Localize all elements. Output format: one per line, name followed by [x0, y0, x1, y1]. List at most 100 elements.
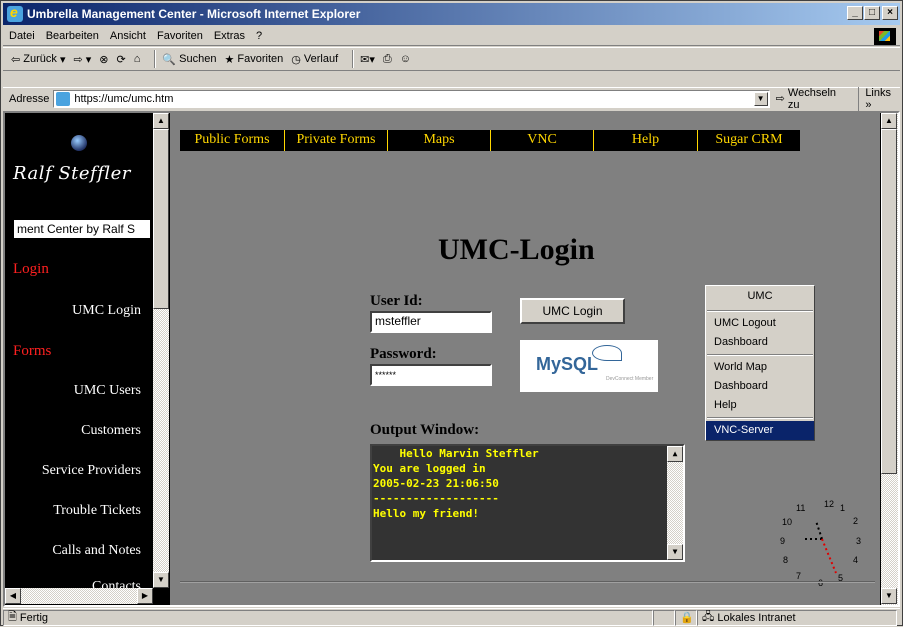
address-bar: Adresse https://umc/umc.htm ▼ ⇨ Wechseln… [3, 86, 900, 111]
scroll-right-button[interactable]: ▶ [137, 588, 153, 604]
print-icon: ⎙ [382, 52, 392, 65]
nav-public-forms[interactable]: Public Forms [180, 130, 284, 151]
section-forms: Forms [13, 343, 52, 359]
left-horizontal-scrollbar[interactable]: ◀ ▶ [5, 588, 153, 604]
address-dropdown-button[interactable]: ▼ [753, 91, 768, 106]
marquee-text: ment Center by Ralf S [13, 219, 151, 239]
status-bar: 🗎 Fertig 🔒 🖧 Lokales Intranet [3, 608, 900, 626]
password-input[interactable]: ****** [370, 364, 492, 386]
output-scroll-down-button[interactable]: ▼ [667, 544, 683, 560]
output-line: 2005-02-23 21:06:50 [373, 477, 499, 490]
menu-bar: Datei Bearbeiten Ansicht Favoriten Extra… [3, 26, 900, 46]
address-input[interactable]: https://umc/umc.htm ▼ [53, 89, 770, 108]
nav-item-umc-users[interactable]: UMC Users [13, 383, 141, 399]
menu-header: UMC [747, 290, 773, 302]
nav-help[interactable]: Help [593, 130, 697, 151]
scroll-down-button[interactable]: ▼ [153, 572, 169, 588]
mail-button[interactable]: ✉ ▾ [360, 53, 375, 66]
back-button[interactable]: ⇦ Zurück ▾ [11, 53, 65, 66]
favorites-button[interactable]: ★ Favoriten [224, 53, 283, 66]
back-label: Zurück [23, 53, 57, 65]
nav-item-calls-and-notes[interactable]: Calls and Notes [13, 543, 141, 559]
section-login: Login [13, 261, 49, 277]
home-button[interactable]: ⌂ [134, 53, 141, 65]
close-button[interactable]: × [882, 6, 898, 20]
history-icon: ◷ [291, 53, 301, 66]
refresh-button[interactable]: ⟳ [117, 53, 126, 66]
nav-maps[interactable]: Maps [387, 130, 490, 151]
scroll-thumb[interactable] [153, 129, 169, 309]
main-scroll-down-button[interactable]: ▼ [881, 588, 897, 604]
history-label: Verlauf [303, 53, 339, 65]
menu-item-umc-logout[interactable]: UMC Logout [706, 314, 814, 333]
umc-login-button[interactable]: UMC Login [520, 298, 625, 324]
nav-item-trouble-tickets[interactable]: Trouble Tickets [13, 503, 141, 519]
lock-icon: 🔒 [675, 609, 697, 626]
menu-ansicht[interactable]: Ansicht [110, 30, 146, 42]
search-label: Suchen [179, 53, 217, 65]
left-frame: Ralf Steffler ment Center by Ralf S Logi… [5, 113, 170, 605]
browser-window: Umbrella Management Center - Microsoft I… [0, 0, 903, 626]
main-vertical-scrollbar[interactable]: ▲ ▼ [881, 113, 898, 605]
nav-private-forms[interactable]: Private Forms [284, 130, 387, 151]
page-title: UMC-Login [438, 233, 595, 266]
title-bar: Umbrella Management Center - Microsoft I… [3, 3, 900, 25]
address-url: https://umc/umc.htm [74, 92, 174, 105]
menu-item-help[interactable]: Help [706, 396, 814, 415]
go-label: Wechseln zu [787, 86, 837, 111]
main-scroll-thumb[interactable] [881, 129, 897, 474]
forward-button[interactable]: ⇨ ▾ [73, 53, 91, 66]
output-scrollbar[interactable]: ▲ ▼ [667, 446, 683, 560]
nav-vnc[interactable]: VNC [490, 130, 593, 151]
nav-item-service-providers[interactable]: Service Providers [13, 463, 141, 479]
messenger-icon: ☺ [399, 53, 411, 65]
output-window: Hello Marvin Steffler You are logged in … [370, 444, 685, 562]
main-scroll-up-button[interactable]: ▲ [881, 113, 897, 129]
search-button[interactable]: 🔍 Suchen [162, 53, 216, 66]
favorites-icon: ★ [224, 53, 235, 66]
nav-sugar-crm[interactable]: Sugar CRM [697, 130, 800, 151]
links-button[interactable]: Links » [858, 86, 900, 111]
maximize-button[interactable]: □ [864, 6, 880, 20]
zone-text: Lokales Intranet [717, 611, 796, 624]
scroll-left-button[interactable]: ◀ [5, 588, 21, 604]
zone-cell: 🖧 Lokales Intranet [697, 609, 897, 626]
clock-hands [802, 520, 837, 574]
output-line: Hello Marvin Steffler [373, 447, 539, 460]
page-content: Ralf Steffler ment Center by Ralf S Logi… [3, 111, 900, 607]
menu-favoriten[interactable]: Favoriten [157, 30, 203, 42]
menu-help[interactable]: ? [256, 30, 262, 42]
output-scroll-up-button[interactable]: ▲ [667, 446, 683, 462]
minimize-button[interactable]: _ [847, 6, 863, 20]
main-frame: Public Forms Private Forms Maps VNC Help… [170, 113, 880, 605]
nav-item-customers[interactable]: Customers [13, 423, 141, 439]
mysql-logo: MySQL DevConnect Member [520, 340, 658, 392]
messenger-button[interactable]: ☺ [400, 53, 411, 65]
output-label: Output Window: [370, 422, 480, 438]
history-button[interactable]: ◷ Verlauf [291, 53, 338, 66]
userid-input[interactable]: msteffler [370, 311, 492, 333]
menu-item-dashboard[interactable]: Dashboard [706, 333, 814, 352]
bottom-divider [180, 581, 875, 583]
output-line: ------------------- [373, 492, 499, 505]
status-text-cell: 🗎 Fertig [3, 609, 653, 626]
search-icon: 🔍 [162, 53, 177, 66]
brand-signature: Ralf Steffler [13, 163, 131, 184]
mysql-wordmark: MySQL [536, 354, 599, 374]
menu-datei[interactable]: Datei [9, 30, 35, 42]
menu-extras[interactable]: Extras [214, 30, 245, 42]
intranet-icon: 🖧 [702, 611, 715, 623]
menu-bearbeiten[interactable]: Bearbeiten [46, 30, 99, 42]
menu-item-vnc-server[interactable]: VNC-Server [706, 421, 814, 440]
output-line: Hello my friend! [373, 507, 479, 520]
go-button[interactable]: ⇨ Wechseln zu [776, 87, 851, 111]
left-vertical-scrollbar[interactable]: ▲ ▼ [153, 113, 169, 588]
nav-item-umc-login[interactable]: UMC Login [13, 303, 141, 319]
mail-icon: ✉ [360, 53, 370, 66]
menu-item-world-map[interactable]: World Map [706, 358, 814, 377]
scroll-up-button[interactable]: ▲ [153, 113, 169, 129]
stop-button[interactable]: ⊗ [99, 53, 108, 66]
back-arrow-icon: ⇦ [11, 53, 21, 66]
print-button[interactable]: ⎙ [383, 53, 392, 66]
menu-item-dashboard-2[interactable]: Dashboard [706, 377, 814, 396]
